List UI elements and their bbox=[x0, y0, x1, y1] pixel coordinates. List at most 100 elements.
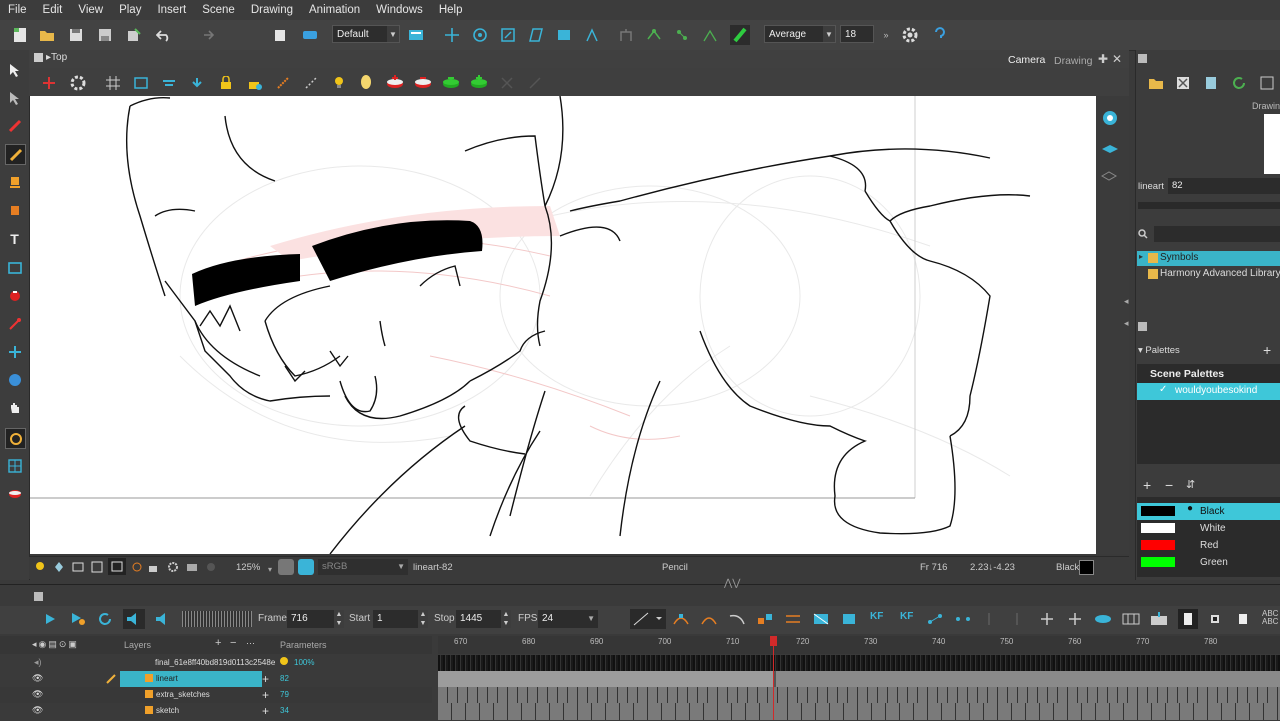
rigging-tool-icon[interactable] bbox=[5, 428, 26, 449]
playback-speed-slider[interactable] bbox=[182, 611, 252, 627]
paint-bucket-icon[interactable] bbox=[5, 286, 24, 305]
layer-row-selected[interactable]: 👁 lineart + 82 bbox=[0, 671, 432, 687]
eraser-tool-icon[interactable] bbox=[5, 200, 24, 219]
add-view-icon[interactable]: ✚ bbox=[1098, 52, 1108, 66]
extra-sketches-track[interactable] bbox=[438, 687, 1280, 703]
onion-previous-icon[interactable] bbox=[386, 74, 404, 93]
page-icon[interactable] bbox=[1205, 76, 1217, 93]
blank-frame-icon[interactable] bbox=[1236, 612, 1250, 629]
menu-drawing[interactable]: Drawing bbox=[243, 4, 301, 16]
redo-icon[interactable] bbox=[196, 25, 216, 45]
sound-icon[interactable] bbox=[123, 609, 145, 629]
color-link-icon[interactable]: ⇵ bbox=[1186, 478, 1195, 491]
onion-status-icon[interactable] bbox=[54, 561, 64, 576]
menu-play[interactable]: Play bbox=[111, 4, 149, 16]
deform-curve-icon[interactable] bbox=[644, 25, 664, 45]
frame-ruler[interactable] bbox=[438, 636, 1280, 654]
drawing-tab[interactable]: Drawing bbox=[1054, 55, 1093, 67]
library-item-symbols[interactable]: ▸ Symbols bbox=[1137, 251, 1280, 266]
extend-exposure-icon[interactable] bbox=[1038, 612, 1056, 629]
text-tool-icon[interactable]: T bbox=[5, 229, 24, 248]
pencil-mode-icon[interactable] bbox=[730, 25, 750, 45]
play-selection-icon[interactable] bbox=[70, 612, 86, 629]
swap-icon[interactable] bbox=[784, 612, 802, 629]
onion-off-icon[interactable] bbox=[500, 76, 514, 93]
add-icon[interactable]: + bbox=[262, 672, 269, 686]
contour-editor-icon[interactable] bbox=[5, 88, 24, 107]
layer-visibility-toggles[interactable]: ◂◉▤⊙▣ bbox=[32, 639, 79, 650]
ease-icon[interactable] bbox=[728, 612, 746, 629]
deform-offset-icon[interactable] bbox=[700, 25, 720, 45]
loop-icon[interactable] bbox=[98, 612, 114, 629]
light-table-icon[interactable] bbox=[190, 77, 204, 92]
select-tool-icon[interactable] bbox=[5, 60, 24, 79]
status-camera-icon[interactable] bbox=[186, 561, 198, 576]
undo-icon[interactable] bbox=[154, 25, 174, 45]
status-gear-icon[interactable] bbox=[167, 561, 179, 576]
color-row-red[interactable]: Red bbox=[1137, 537, 1280, 554]
deform-bone-icon[interactable] bbox=[616, 25, 636, 45]
stop-motion-keyframe-icon[interactable] bbox=[700, 612, 718, 629]
audio-waveform-track[interactable] bbox=[438, 655, 1280, 671]
bulb-icon[interactable] bbox=[333, 75, 345, 92]
stop-input[interactable]: 1445 bbox=[456, 610, 502, 628]
sound-scrub-icon[interactable] bbox=[154, 612, 172, 629]
add-keyframe-icon[interactable]: KF bbox=[870, 611, 883, 622]
color-space-dropdown[interactable]: sRGB ▼ bbox=[318, 559, 408, 575]
ease-preset-dropdown[interactable] bbox=[630, 609, 666, 629]
remove-layer-icon[interactable]: − bbox=[230, 637, 236, 649]
pivot-tool-icon[interactable] bbox=[5, 342, 24, 361]
add-color-icon[interactable]: + bbox=[1143, 477, 1151, 493]
dark-frame-icon[interactable] bbox=[1208, 612, 1222, 629]
layer-row[interactable]: 👁 sketch + 34 bbox=[0, 703, 432, 719]
playhead-line[interactable] bbox=[773, 646, 774, 720]
color-space-icon[interactable] bbox=[298, 559, 314, 575]
excel-icon[interactable] bbox=[1176, 76, 1190, 93]
convert-icon[interactable] bbox=[756, 612, 774, 629]
expand-arrows-icon[interactable]: » bbox=[876, 25, 896, 45]
save-icon[interactable] bbox=[66, 25, 86, 45]
shape-tool-icon[interactable] bbox=[5, 258, 24, 277]
status-misc-icon[interactable] bbox=[205, 561, 217, 576]
onion-skin-icon[interactable] bbox=[162, 77, 176, 92]
pencil-tool-icon[interactable] bbox=[5, 144, 26, 165]
library-search-input[interactable] bbox=[1154, 226, 1280, 242]
gear-icon[interactable] bbox=[900, 25, 920, 45]
menu-help[interactable]: Help bbox=[431, 4, 471, 16]
library-icon[interactable] bbox=[300, 25, 320, 45]
drawing-canvas[interactable] bbox=[30, 96, 1096, 554]
layer-row[interactable]: ◂) final_61e8ff40bd819d0113c2548e 100% bbox=[0, 655, 432, 671]
layers-stack-icon[interactable] bbox=[1101, 142, 1119, 159]
start-input[interactable]: 1 bbox=[373, 610, 419, 628]
menu-view[interactable]: View bbox=[70, 4, 111, 16]
play-icon[interactable] bbox=[44, 613, 56, 628]
smoothing-value-field[interactable]: 18 bbox=[840, 25, 874, 43]
safe-area-icon[interactable] bbox=[134, 77, 148, 92]
eye-icon[interactable] bbox=[1101, 110, 1119, 129]
layer-options-icon[interactable]: ⋯ bbox=[246, 638, 255, 649]
color-wheel-icon[interactable] bbox=[278, 559, 294, 575]
light-icon[interactable] bbox=[360, 74, 372, 93]
save-as-icon[interactable] bbox=[95, 25, 115, 45]
drawing-substitution-icon[interactable] bbox=[840, 612, 858, 629]
new-scene-icon[interactable] bbox=[10, 25, 30, 45]
clipboard-icon[interactable] bbox=[270, 25, 290, 45]
collapse-arrow-icon[interactable]: ◂ bbox=[1124, 318, 1129, 329]
help-icon[interactable] bbox=[930, 25, 950, 45]
insert-frame-icon[interactable] bbox=[1150, 612, 1168, 629]
pencil-outline-icon[interactable] bbox=[131, 561, 143, 576]
palette-item[interactable]: ✓ wouldyoubesokind bbox=[1137, 383, 1280, 400]
slider-track[interactable] bbox=[1138, 202, 1280, 209]
grid-icon[interactable] bbox=[106, 76, 120, 93]
disabled-pin2-icon[interactable] bbox=[1010, 612, 1024, 629]
import-icon[interactable] bbox=[124, 25, 144, 45]
skew-icon[interactable] bbox=[526, 25, 546, 45]
camera-tab[interactable]: Camera bbox=[1008, 54, 1045, 66]
frame-input[interactable]: 716 bbox=[287, 610, 335, 628]
workspace-manager-icon[interactable] bbox=[406, 25, 426, 45]
lock-icon[interactable] bbox=[220, 75, 232, 93]
stop-stepper[interactable]: ▲ ▼ bbox=[501, 610, 511, 628]
fps-dropdown[interactable]: 24 ▼ bbox=[538, 610, 598, 628]
menu-windows[interactable]: Windows bbox=[368, 4, 431, 16]
zoom-level[interactable]: 125% bbox=[236, 562, 260, 573]
